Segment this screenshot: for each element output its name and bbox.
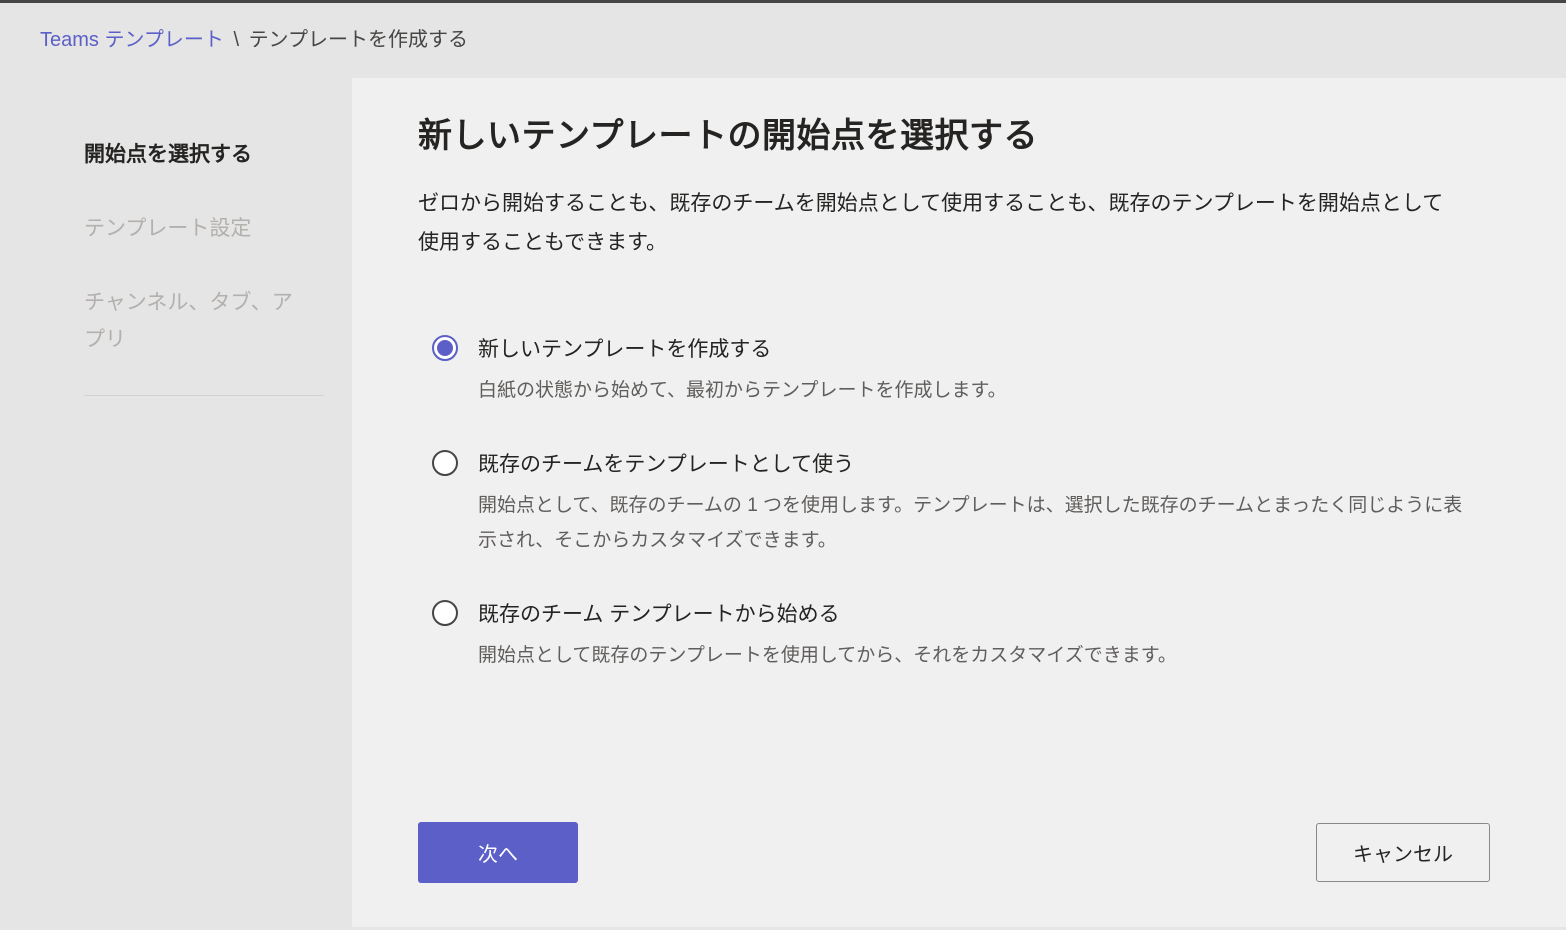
- breadcrumb-root-link[interactable]: Teams テンプレート: [40, 29, 224, 51]
- next-button[interactable]: 次へ: [418, 822, 578, 883]
- option-description: 白紙の状態から始めて、最初からテンプレートを作成します。: [478, 373, 1472, 408]
- sidebar-step-channels-tabs-apps: チャンネル、タブ、アプリ: [84, 284, 308, 360]
- radio-icon[interactable]: [432, 600, 458, 626]
- option-text: 既存のチーム テンプレートから始める 開始点として既存のテンプレートを使用してか…: [478, 598, 1472, 673]
- options-group: 新しいテンプレートを作成する 白紙の状態から始めて、最初からテンプレートを作成し…: [418, 333, 1500, 714]
- option-text: 既存のチームをテンプレートとして使う 開始点として、既存のチームの 1 つを使用…: [478, 448, 1472, 558]
- radio-icon[interactable]: [432, 450, 458, 476]
- cancel-button[interactable]: キャンセル: [1316, 823, 1490, 882]
- breadcrumb-separator: \: [233, 29, 239, 51]
- sidebar-divider: [84, 395, 324, 396]
- footer-actions: 次へ キャンセル: [418, 778, 1500, 927]
- breadcrumb: Teams テンプレート \ テンプレートを作成する: [0, 3, 1566, 78]
- option-start-from-existing-template[interactable]: 既存のチーム テンプレートから始める 開始点として既存のテンプレートを使用してか…: [432, 598, 1472, 673]
- sidebar-step-starting-point[interactable]: 開始点を選択する: [84, 136, 308, 174]
- page-title: 新しいテンプレートの開始点を選択する: [418, 108, 1500, 157]
- sidebar-step-template-settings: テンプレート設定: [84, 210, 308, 248]
- option-create-new-template[interactable]: 新しいテンプレートを作成する 白紙の状態から始めて、最初からテンプレートを作成し…: [432, 333, 1472, 408]
- option-use-existing-team[interactable]: 既存のチームをテンプレートとして使う 開始点として、既存のチームの 1 つを使用…: [432, 448, 1472, 558]
- page-subtitle: ゼロから開始することも、既存のチームを開始点として使用することも、既存のテンプレ…: [418, 185, 1448, 263]
- option-description: 開始点として既存のテンプレートを使用してから、それをカスタマイズできます。: [478, 638, 1472, 673]
- main-panel: 新しいテンプレートの開始点を選択する ゼロから開始することも、既存のチームを開始…: [352, 78, 1566, 927]
- radio-icon[interactable]: [432, 335, 458, 361]
- option-title: 既存のチームをテンプレートとして使う: [478, 448, 1472, 478]
- option-description: 開始点として、既存のチームの 1 つを使用します。テンプレートは、選択した既存の…: [478, 488, 1472, 558]
- option-text: 新しいテンプレートを作成する 白紙の状態から始めて、最初からテンプレートを作成し…: [478, 333, 1472, 408]
- option-title: 既存のチーム テンプレートから始める: [478, 598, 1472, 628]
- breadcrumb-current: テンプレートを作成する: [249, 29, 468, 51]
- option-title: 新しいテンプレートを作成する: [478, 333, 1472, 363]
- sidebar: 開始点を選択する テンプレート設定 チャンネル、タブ、アプリ: [0, 78, 352, 927]
- body-container: 開始点を選択する テンプレート設定 チャンネル、タブ、アプリ 新しいテンプレート…: [0, 78, 1566, 927]
